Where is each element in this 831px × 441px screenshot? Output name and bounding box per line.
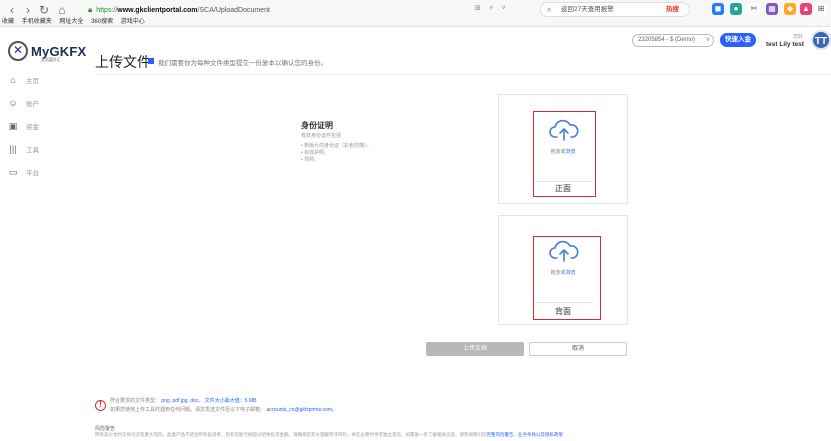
home-browser-icon[interactable]: ⌂ (54, 2, 70, 18)
terms-link[interactable]: 业务条款 (518, 432, 536, 437)
page-description: 我们需要你为每种文件类型提交一份复本以确认您的身份。 (158, 60, 327, 67)
url-path: /SCA/UploadDocument (197, 7, 270, 14)
url-host: www.gkclientportal.com (117, 7, 198, 14)
risk-warning-body: 所有差价合约交易均涉及重大风险。此类产品不适合所有投资者，您有可能亏损超过初始投… (95, 432, 563, 437)
sidebar-item-label: 资金 (26, 124, 39, 131)
reload-icon[interactable]: ↻ (36, 2, 52, 18)
list-item: 驾照。 (301, 157, 372, 164)
bookmark-item[interactable]: 手机收藏夹 (22, 19, 52, 25)
grid-icon[interactable]: ▦ (766, 3, 778, 15)
extension-icon[interactable]: ◼ (712, 3, 724, 15)
platform-icon: ▭ (8, 166, 18, 177)
wallet-icon: ▣ (8, 120, 18, 131)
support-email-label: 如果您使用上传工具时遇到任何问题，请您发送文件至以下电子邮箱： (110, 407, 266, 413)
id-proof-title: 身份证明 (301, 121, 333, 130)
file-type-note: 符合要求的文件类型： png .pdf.jpg .doc。 文件大小最大值：5 … (110, 397, 256, 404)
extension-icon[interactable]: ◆ (784, 3, 796, 15)
sidebar-item-home[interactable]: ⌂ 主页 (6, 72, 39, 88)
warning-icon: ! (95, 400, 106, 411)
id-proof-subtitle: 有效身份证件包括 (301, 133, 342, 139)
account-selector-label: 23205854 - $ (Demo) (638, 37, 696, 43)
bookmark-item[interactable]: 游戏中心 (121, 19, 145, 25)
sidebar-item-tools[interactable]: ||| 工具 (6, 141, 39, 157)
bookmark-item[interactable]: 网址大全 (59, 19, 83, 25)
forward-icon[interactable]: › (20, 2, 36, 18)
id-proof-list: 新版片的身份证（彩色扫描）。 有效护照。 驾照。 (301, 143, 372, 164)
risk-warning-link[interactable]: 完整风险警告 (487, 432, 514, 437)
user-greeting: 您好 (793, 34, 804, 40)
chevron-down-icon: ˅ (705, 37, 710, 44)
app-logo[interactable]: MyGKFX 金凯富外汇 (8, 40, 86, 62)
sidebar-item-label: 平台 (26, 170, 39, 177)
privacy-link[interactable]: 以及隐私政策 (536, 432, 563, 437)
logo-icon (8, 41, 28, 61)
support-email-note: 如果您使用上传工具时遇到任何问题，请您发送文件至以下电子邮箱： accounts… (110, 406, 337, 413)
search-icon: ⌕ (547, 5, 552, 14)
tools-icon: ||| (9, 144, 17, 154)
avatar[interactable]: TT (811, 30, 831, 50)
lock-icon: 🔒︎ (88, 5, 93, 14)
address-bar[interactable]: 🔒︎ https://www.gkclientportal.com/SCA/Upl… (88, 2, 528, 18)
file-type-label: 符合要求的文件类型： (110, 398, 161, 404)
user-icon: ☺ (8, 98, 18, 108)
sidebar-item-label: 工具 (26, 147, 39, 154)
sidebar-item-label: 账户 (26, 101, 39, 108)
bookmarks-bar: 收藏 手机收藏夹 网址大全 360搜索 游戏中心 (0, 17, 151, 27)
address-tools-icon[interactable]: ⊞ ⚡ ˅ (475, 4, 509, 12)
logo-subtext: 金凯富外汇 (41, 57, 61, 62)
browser-search-box[interactable]: ⌕ 返回27天查用报警 热搜 (540, 2, 690, 17)
menu-grid-icon[interactable]: ⊞ (815, 3, 827, 15)
sidebar-item-funds[interactable]: ▣ 资金 (6, 118, 39, 134)
risk-warning-title: 风险警告 (95, 426, 116, 432)
list-item: 新版片的身份证（彩色扫描）。 (301, 143, 372, 150)
cancel-button[interactable]: 取消 (529, 342, 627, 356)
user-name[interactable]: test Lily test (766, 41, 804, 48)
browser-chrome: ‹ › ↻ ⌂ 🔒︎ https://www.gkclientportal.com… (0, 0, 831, 27)
file-type-values: png .pdf.jpg .doc。 (161, 398, 204, 404)
divider (95, 74, 831, 75)
quick-deposit-button[interactable]: 快速入金 (720, 33, 756, 47)
search-hot-badge: 热搜 (666, 6, 679, 13)
upload-document-button[interactable]: 上传文档 (426, 342, 524, 356)
bookmark-item[interactable]: 收藏 (2, 19, 14, 25)
highlight-frame (533, 236, 601, 320)
highlight-frame (533, 111, 596, 197)
sidebar-item-account[interactable]: ☺ 账户 (6, 95, 39, 111)
sidebar-item-label: 主页 (26, 78, 39, 85)
scissors-icon[interactable]: ✂ (748, 3, 760, 15)
back-icon[interactable]: ‹ (4, 2, 20, 18)
list-item: 有效护照。 (301, 150, 372, 157)
home-icon: ⌂ (10, 75, 16, 85)
extension-icon[interactable]: ● (730, 3, 742, 15)
account-selector[interactable]: 23205854 - $ (Demo) ˅ (632, 34, 714, 47)
browser-search-text: 返回27天查用报警 (561, 6, 614, 13)
sidebar-item-platform[interactable]: ▭ 平台 (6, 164, 39, 180)
file-size-limit: 文件大小最大值：5 MB (204, 398, 257, 404)
url-scheme: https:// (96, 7, 118, 14)
risk-warning-text: 所有差价合约交易均涉及重大风险。此类产品不适合所有投资者，您有可能亏损超过初始投… (95, 432, 487, 437)
game-icon[interactable]: ▲ (800, 3, 812, 15)
bookmark-item[interactable]: 360搜索 (91, 19, 113, 25)
support-email-link[interactable]: accounts_cn@gkfxprime.com。 (266, 407, 337, 413)
title-marker (148, 58, 154, 64)
page-title: 上传文件 (95, 54, 151, 70)
